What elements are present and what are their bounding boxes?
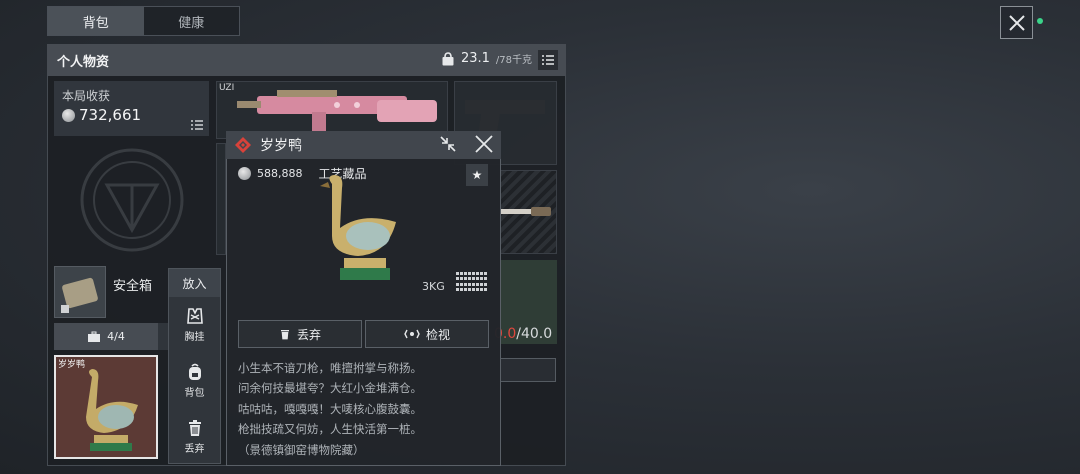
trash-icon [188, 420, 201, 436]
harvest-box: 本局收获 732,661 [54, 81, 209, 136]
description-line: （景德镇御窑博物院藏） [238, 442, 365, 457]
backpack-label: 背包 [184, 388, 205, 399]
discard-button[interactable]: 丢弃 [238, 320, 362, 348]
weight-max: /78千克 [495, 55, 532, 66]
duck-item-icon [86, 369, 138, 451]
harvest-label: 本局收获 [62, 89, 111, 103]
discard-label: 丢弃 [184, 444, 205, 455]
ammo-readout: 0.0/40.0 [494, 326, 552, 342]
discard-button-label: 丢弃 [296, 327, 321, 342]
harvest-value-row: 732,661 [62, 106, 201, 124]
selected-item-label: 岁岁鸭 [58, 360, 86, 370]
knife-icon [501, 207, 551, 216]
harvest-value: 732,661 [79, 106, 142, 124]
safebox-label: 安全箱 [113, 279, 153, 294]
put-in-menu: 放入 胸挂 背包 丢弃 [168, 268, 221, 464]
close-icon [1008, 14, 1025, 31]
inventory-tabs: 背包 健康 [47, 6, 240, 36]
safebox-capacity: 4/4 [107, 330, 125, 343]
put-into-backpack-button[interactable]: 背包 [169, 353, 220, 409]
list-icon [542, 55, 554, 65]
panel-title: 个人物资 [57, 54, 110, 70]
rarity-diamond-icon [235, 137, 251, 153]
ammo-max: /40.0 [516, 326, 553, 342]
inspect-button[interactable]: 检视 [365, 320, 489, 348]
weapon-tag: UZI [219, 83, 235, 93]
case-icon [61, 277, 98, 313]
description-line: 咕咕咕，嘎嘎嘎！大唛核心腹鼓囊。 [238, 401, 422, 416]
collapse-icon[interactable] [439, 135, 457, 153]
inspect-button-label: 检视 [425, 327, 450, 342]
star-icon: ★ [471, 168, 483, 182]
coin-icon [62, 108, 75, 122]
melee-slot[interactable] [500, 170, 557, 254]
discard-item-button[interactable]: 丢弃 [169, 409, 220, 465]
trash-icon [280, 330, 289, 340]
safebox-tab-2[interactable] [158, 323, 168, 350]
duck-item-icon [320, 175, 396, 280]
tab-backpack[interactable]: 背包 [48, 7, 144, 35]
tab-health[interactable]: 健康 [143, 7, 239, 35]
put-in-header: 放入 [169, 269, 220, 297]
panel-header: 个人物资 23.1 /78千克 [47, 44, 566, 76]
popup-controls [439, 135, 493, 153]
vest-label: 胸挂 [184, 332, 205, 343]
smg-weapon-icon [237, 90, 437, 132]
coin-icon [238, 167, 251, 180]
size-grid-icon [456, 272, 488, 292]
favorite-button[interactable]: ★ [466, 164, 488, 186]
weight-icon [442, 51, 454, 65]
vest-icon [186, 308, 203, 324]
description-line: 枪拙技疏又何妨，人生快活第一桩。 [238, 422, 422, 437]
secondary-slot[interactable] [216, 143, 226, 255]
popup-title: 岁岁鸭 [260, 138, 302, 154]
briefcase-icon [88, 331, 101, 342]
put-into-vest-button[interactable]: 胸挂 [169, 297, 220, 353]
extra-slot[interactable] [500, 358, 556, 382]
list-icon[interactable] [191, 120, 203, 130]
weight-readout: 23.1 /78千克 [441, 51, 532, 66]
sort-list-button[interactable] [538, 50, 558, 70]
safebox-capacity-tab[interactable]: 4/4 [54, 323, 158, 350]
close-icon[interactable] [475, 135, 493, 153]
close-button[interactable] [1000, 6, 1033, 39]
item-description: 小生本不谙刀枪，唯擅拊掌与称扬。 问余何技最堪夸？大红小金堆满仓。 咕咕咕，嘎嘎… [238, 358, 493, 460]
selected-item-card[interactable] [54, 355, 158, 459]
safebox-icon[interactable] [54, 266, 106, 318]
description-line: 小生本不谙刀枪，唯擅拊掌与称扬。 [238, 361, 422, 375]
description-line: 问余何技最堪夸？大红小金堆满仓。 [238, 381, 422, 396]
weight-current: 23.1 [460, 51, 490, 66]
item-price: 588,888 [257, 167, 303, 180]
backpack-icon [188, 363, 201, 380]
faction-emblem-icon [80, 148, 184, 252]
inspect-icon [404, 329, 420, 339]
status-dot [1037, 18, 1043, 24]
item-weight: 3KG [422, 280, 445, 293]
popup-header: 岁岁鸭 [226, 131, 501, 159]
